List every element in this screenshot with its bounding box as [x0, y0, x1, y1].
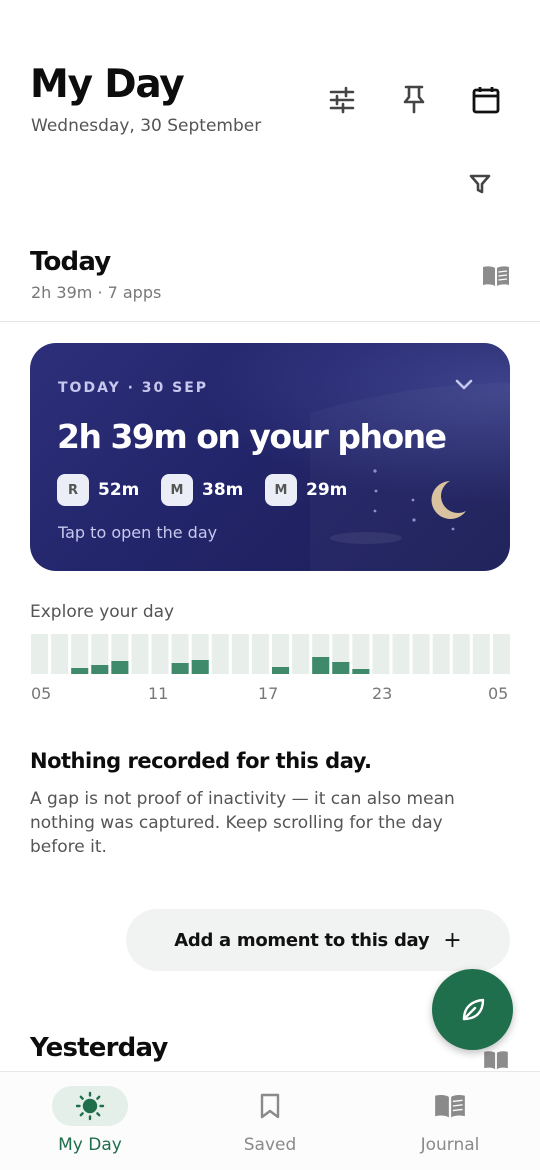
calendar-button[interactable]	[464, 78, 508, 122]
app-chip: R 52m	[57, 474, 139, 506]
card-headline: 2h 39m on your phone	[57, 417, 447, 456]
pin-button[interactable]	[392, 77, 436, 121]
hour-slot[interactable]	[372, 634, 390, 674]
card-tap-hint: Tap to open the day	[58, 523, 218, 542]
hour-activity-bar	[91, 665, 109, 674]
app-time: 52m	[98, 480, 140, 500]
hour-slot[interactable]	[251, 634, 269, 674]
nav-item-saved[interactable]: Saved	[180, 1072, 360, 1170]
bookmark-icon	[232, 1086, 308, 1126]
nav-item-my-day[interactable]: My Day	[0, 1072, 180, 1170]
hour-tick: 05	[31, 684, 52, 703]
page-date: Wednesday, 30 September	[31, 116, 262, 136]
card-expand-button[interactable]	[454, 377, 474, 396]
bottom-nav: My Day Saved Journal	[0, 1071, 540, 1170]
hour-tick: 17	[258, 684, 279, 703]
hour-slot[interactable]	[231, 634, 249, 674]
hour-tick: 05	[488, 684, 509, 703]
app-time: 29m	[306, 480, 348, 500]
hour-slot[interactable]	[292, 634, 310, 674]
hour-slot[interactable]	[432, 634, 450, 674]
app-badge: R	[57, 474, 89, 506]
calendar-icon	[472, 87, 500, 114]
explore-label: Explore your day	[30, 602, 175, 622]
hour-slot[interactable]	[31, 634, 49, 674]
plus-icon: +	[443, 927, 462, 953]
hour-slot[interactable]	[211, 634, 229, 674]
today-summary-card[interactable]: TODAY · 30 SEP 2h 39m on your phone R 52…	[30, 343, 510, 571]
hour-activity-bar	[332, 662, 350, 674]
chevron-down-icon	[455, 379, 473, 390]
sun-icon	[52, 1086, 128, 1126]
book-icon	[484, 1051, 508, 1070]
nav-label: Journal	[420, 1135, 480, 1155]
today-journal-button[interactable]	[474, 254, 518, 298]
yesterday-heading: Yesterday	[30, 1033, 168, 1063]
page-title: My Day	[30, 62, 185, 107]
hour-tick: 11	[148, 684, 169, 703]
empty-state-body: A gap is not proof of inactivity — it ca…	[30, 789, 455, 857]
hour-slot[interactable]	[492, 634, 510, 674]
app-badge: M	[161, 474, 193, 506]
adjust-button[interactable]	[320, 78, 364, 122]
hour-activity-bar	[352, 669, 370, 674]
hour-activity-bar	[171, 663, 189, 674]
new-entry-fab[interactable]	[432, 969, 513, 1050]
hour-slot[interactable]	[392, 634, 410, 674]
empty-state-heading: Nothing recorded for this day.	[30, 749, 372, 773]
nav-item-journal[interactable]: Journal	[360, 1072, 540, 1170]
hour-slot[interactable]	[131, 634, 149, 674]
hour-activity-bar	[312, 657, 330, 674]
hour-tick: 23	[372, 684, 393, 703]
hour-activity-bar	[111, 661, 129, 674]
today-summary: 2h 39m · 7 apps	[31, 283, 162, 302]
hour-activity-bar	[71, 668, 89, 674]
pin-icon	[403, 85, 425, 114]
hourly-activity-chart[interactable]	[31, 634, 510, 674]
filter-button[interactable]	[458, 162, 502, 206]
hour-slot[interactable]	[151, 634, 169, 674]
today-heading: Today	[30, 247, 111, 277]
leaf-icon	[462, 998, 484, 1020]
book-icon	[483, 266, 509, 286]
app-time: 38m	[202, 480, 244, 500]
card-date-label: TODAY · 30 SEP	[58, 380, 209, 396]
hour-slot[interactable]	[452, 634, 470, 674]
hour-slot[interactable]	[352, 634, 370, 674]
hour-bars-svg	[31, 634, 510, 674]
nav-label: Saved	[243, 1135, 297, 1155]
add-moment-button[interactable]: Add a moment to this day +	[126, 909, 510, 971]
hour-activity-bar	[272, 667, 290, 674]
hour-slot[interactable]	[51, 634, 69, 674]
app-badge: M	[265, 474, 297, 506]
nav-label: My Day	[58, 1135, 122, 1155]
hour-slot[interactable]	[472, 634, 490, 674]
book-icon	[412, 1086, 488, 1126]
app-chip: M 38m	[161, 474, 243, 506]
sliders-icon	[329, 86, 355, 114]
hour-slot[interactable]	[412, 634, 430, 674]
moon-icon	[431, 481, 466, 519]
section-divider	[0, 321, 540, 322]
add-moment-label: Add a moment to this day	[174, 929, 430, 951]
filter-icon	[469, 174, 491, 194]
hour-activity-bar	[191, 660, 209, 674]
app-chip: M 29m	[265, 474, 347, 506]
